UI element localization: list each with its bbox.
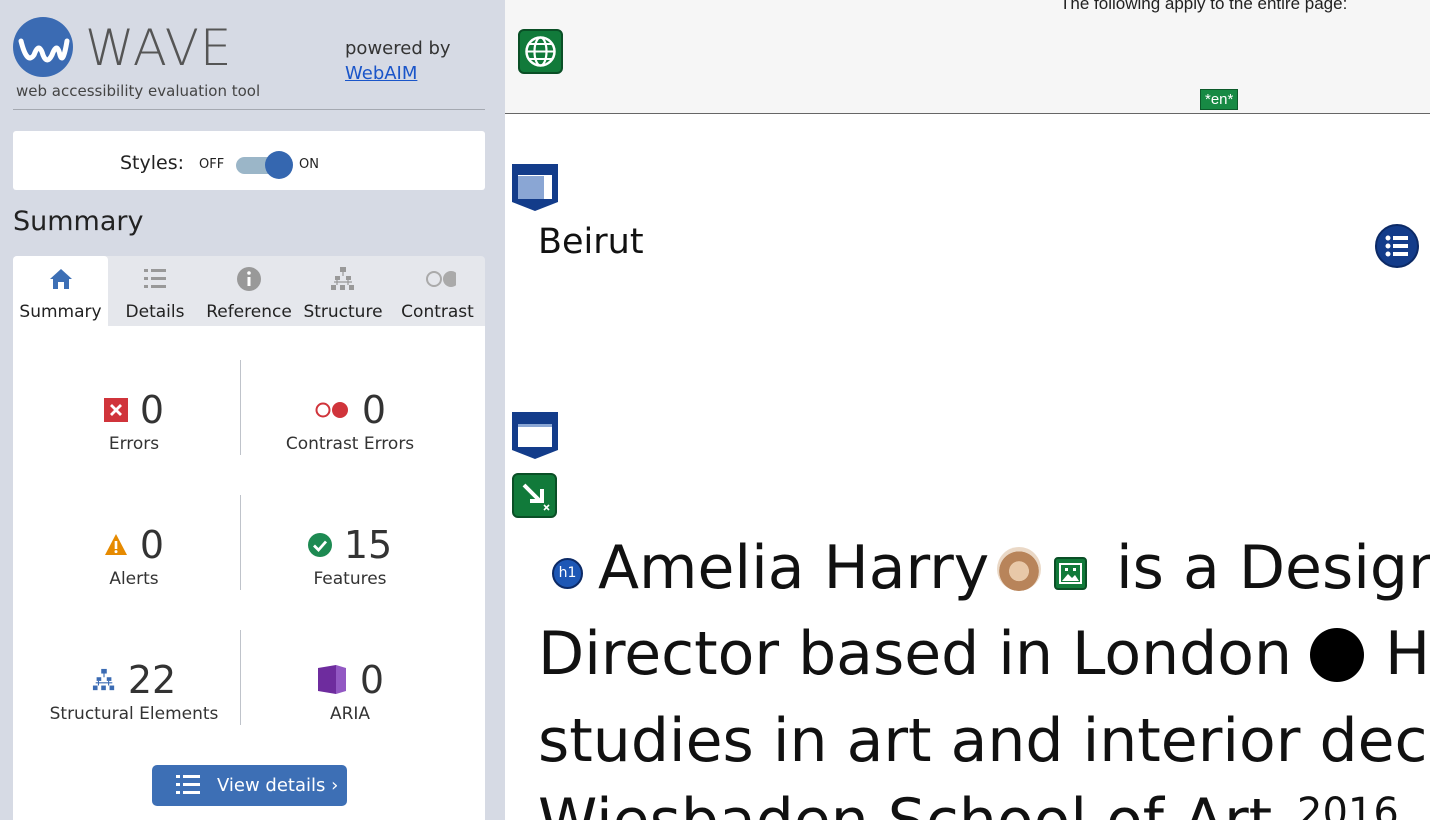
stat-features[interactable]: 15 Features (241, 523, 459, 589)
hero-year: 2016 (1297, 790, 1399, 820)
home-icon (49, 269, 72, 289)
header-divider (13, 109, 485, 110)
contrast-errors-count: 0 (361, 388, 387, 432)
features-count: 15 (343, 523, 393, 567)
tab-summary[interactable]: Summary (13, 256, 108, 326)
hero-line1-rest: is a Design (1116, 533, 1430, 603)
aria-label: ARIA (329, 704, 371, 724)
header-region-icon[interactable] (510, 162, 560, 212)
tab-label: Summary (19, 302, 102, 322)
styles-toggle-panel: Styles: OFF ON (13, 131, 485, 190)
webaim-link[interactable]: WebAIM (345, 63, 417, 84)
alerts-count: 0 (139, 523, 165, 567)
wave-logo-icon (13, 17, 73, 77)
structure-icon (331, 267, 354, 290)
page-level-band: The following apply to the entire page: … (505, 0, 1430, 114)
view-details-label: View details › (217, 775, 339, 796)
stat-aria[interactable]: 0 ARIA (241, 658, 459, 724)
error-icon (103, 398, 128, 422)
list-icon (144, 269, 166, 288)
styles-label: Styles: (120, 152, 185, 174)
styles-off-label: OFF (199, 157, 225, 172)
evaluated-page: The following apply to the entire page: … (505, 0, 1430, 820)
stat-alerts[interactable]: 0 Alerts (23, 523, 245, 589)
panel-tabs: Summary Details Reference Structure Cont… (13, 256, 485, 326)
wave-logo-text: WAVE (85, 19, 233, 77)
feature-check-icon (307, 533, 332, 557)
page-level-note: The following apply to the entire page: (1060, 0, 1348, 13)
structural-label: Structural Elements (49, 704, 219, 724)
errors-count: 0 (139, 388, 165, 432)
image-alt-icon[interactable] (1054, 557, 1087, 590)
avatar (997, 547, 1041, 591)
structure-icon (92, 668, 114, 691)
bullet-dot (1310, 628, 1364, 682)
info-icon (237, 267, 261, 291)
stat-errors[interactable]: 0 Errors (23, 388, 245, 454)
tab-label: Details (125, 302, 185, 322)
unordered-list-icon[interactable] (1375, 224, 1419, 268)
language-badge[interactable]: *en* (1200, 89, 1239, 110)
structural-count: 22 (127, 658, 177, 702)
hero-line4: Wiesbaden School of Art (538, 786, 1272, 820)
stat-structural[interactable]: 22 Structural Elements (23, 658, 245, 724)
h1-heading-badge[interactable]: h1 (552, 558, 583, 589)
main-region-icon[interactable] (510, 410, 560, 460)
aria-count: 0 (359, 658, 385, 702)
styles-toggle[interactable] (236, 151, 293, 179)
skip-link-target-icon[interactable] (512, 473, 557, 518)
contrast-errors-label: Contrast Errors (285, 434, 415, 454)
alert-icon (104, 534, 127, 555)
hero-line2-rest: H (1385, 619, 1430, 689)
tab-label: Contrast (401, 302, 474, 322)
hero-name: Amelia Harry (598, 533, 990, 603)
list-icon (176, 775, 200, 794)
tab-contrast[interactable]: Contrast (390, 256, 485, 326)
contrast-error-icon (315, 402, 348, 418)
summary-heading: Summary (13, 206, 144, 237)
alerts-label: Alerts (109, 569, 159, 589)
errors-label: Errors (108, 434, 160, 454)
tab-reference[interactable]: Reference (202, 256, 296, 326)
tab-label: Reference (206, 302, 292, 322)
styles-on-label: ON (299, 157, 319, 172)
site-title[interactable]: Beirut (538, 222, 644, 262)
tab-structure[interactable]: Structure (296, 256, 390, 326)
summary-panel: 0 Errors 0 Contrast Errors 0 Alerts 15 F… (13, 326, 485, 820)
tab-details[interactable]: Details (108, 256, 202, 326)
powered-by-label: powered by (345, 38, 451, 59)
aria-icon (317, 665, 346, 694)
hero-line2: Director based in London (538, 619, 1292, 689)
view-details-button[interactable]: View details › (152, 765, 347, 806)
globe-icon[interactable] (518, 29, 563, 74)
tab-label: Structure (303, 302, 383, 322)
wave-sidebar: WAVE web accessibility evaluation tool p… (0, 0, 505, 820)
hero-line3: studies in art and interior deco (538, 706, 1430, 776)
features-label: Features (313, 569, 387, 589)
stat-contrast-errors[interactable]: 0 Contrast Errors (241, 388, 459, 454)
toggle-knob (265, 151, 293, 179)
contrast-icon (425, 271, 456, 287)
wave-tagline: web accessibility evaluation tool (16, 82, 261, 100)
